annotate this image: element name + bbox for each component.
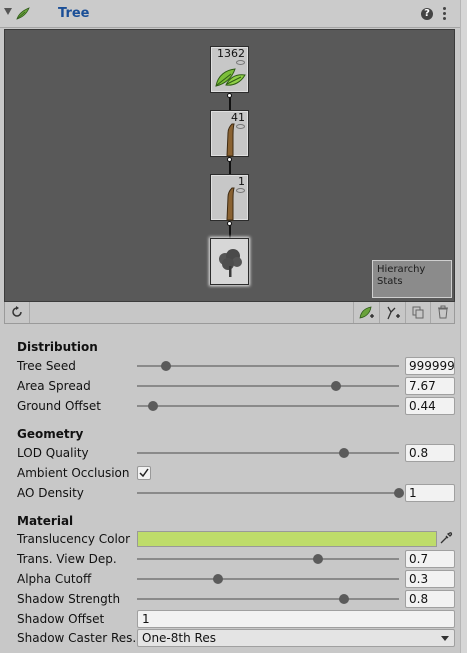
slider-thumb[interactable]	[147, 401, 158, 411]
shadow-strength-row: Shadow Strength 0.8	[0, 589, 467, 609]
ground-offset-slider[interactable]	[137, 401, 399, 411]
lod-quality-row: LOD Quality 0.8	[0, 443, 467, 463]
ao-density-field[interactable]: 1	[405, 484, 455, 502]
area-spread-row: Area Spread 7.67	[0, 376, 467, 396]
ambient-occlusion-row: Ambient Occlusion	[0, 463, 467, 483]
eyedropper-button[interactable]	[439, 531, 455, 547]
lod-quality-label: LOD Quality	[17, 446, 89, 460]
visibility-icon[interactable]	[236, 188, 245, 193]
trans-view-dep-slider[interactable]	[137, 554, 399, 564]
stats-line: Hierarchy	[377, 264, 426, 275]
node-connector-dot[interactable]	[227, 157, 232, 162]
trans-view-dep-row: Trans. View Dep. 0.7	[0, 549, 467, 569]
collapse-arrow-icon[interactable]	[4, 8, 12, 15]
slider-thumb[interactable]	[213, 574, 224, 584]
branch-group-node[interactable]: 1	[210, 174, 249, 221]
alpha-cutoff-label: Alpha Cutoff	[17, 572, 92, 586]
ao-density-slider[interactable]	[137, 488, 404, 498]
scrollbar[interactable]	[460, 0, 467, 653]
ground-offset-row: Ground Offset 0.44	[0, 396, 467, 416]
tree-seed-row: Tree Seed 999999	[0, 356, 467, 376]
refresh-button[interactable]	[5, 302, 30, 323]
shadow-offset-label: Shadow Offset	[17, 612, 105, 626]
section-distribution: Distribution	[17, 340, 98, 354]
alpha-cutoff-field[interactable]: 0.3	[405, 570, 455, 588]
branch-icon	[226, 123, 235, 157]
ground-offset-field[interactable]: 0.44	[405, 397, 455, 415]
eyedropper-icon	[440, 532, 453, 544]
branch-icon	[226, 187, 235, 221]
duplicate-icon	[412, 306, 424, 319]
alpha-cutoff-row: Alpha Cutoff 0.3	[0, 569, 467, 589]
slider-thumb[interactable]	[312, 554, 323, 564]
delete-button[interactable]	[430, 302, 455, 323]
ao-density-row: AO Density 1	[0, 483, 467, 503]
tree-icon	[219, 249, 242, 277]
hierarchy-toolbar	[4, 302, 455, 324]
tree-root-node[interactable]	[210, 238, 249, 285]
slider-thumb[interactable]	[394, 488, 404, 498]
duplicate-button[interactable]	[405, 302, 430, 323]
ground-offset-label: Ground Offset	[17, 399, 102, 413]
node-connector-dot[interactable]	[227, 93, 232, 98]
lod-quality-slider[interactable]	[137, 448, 399, 458]
slider-thumb[interactable]	[338, 594, 349, 604]
tree-component-icon	[15, 7, 30, 21]
tree-seed-field[interactable]: 999999	[405, 357, 455, 375]
add-leaf-group-icon	[359, 306, 374, 319]
add-branch-group-button[interactable]	[379, 302, 404, 323]
slider-thumb[interactable]	[160, 361, 171, 371]
leaves-icon	[215, 68, 246, 87]
tree-seed-slider[interactable]	[137, 361, 399, 371]
node-count: 1	[238, 175, 245, 188]
tree-hierarchy-view[interactable]: 1362 41 1 Hierarchy Stats	[4, 29, 455, 302]
add-branch-group-icon	[387, 306, 400, 320]
shadow-caster-res-row: Shadow Caster Res. One-8th Res	[0, 628, 467, 648]
branch-group-node[interactable]: 41	[210, 110, 249, 157]
dropdown-value: One-8th Res	[142, 631, 216, 645]
add-leaf-group-button[interactable]	[353, 302, 378, 323]
shadow-caster-res-label: Shadow Caster Res.	[17, 631, 137, 645]
slider-thumb[interactable]	[331, 381, 342, 391]
translucency-color-row: Translucency Color	[0, 529, 467, 549]
translucency-color-label: Translucency Color	[17, 532, 131, 546]
shadow-strength-slider[interactable]	[137, 594, 399, 604]
section-material: Material	[17, 514, 74, 528]
shadow-strength-label: Shadow Strength	[17, 592, 121, 606]
visibility-icon[interactable]	[236, 124, 245, 129]
tree-seed-label: Tree Seed	[17, 359, 76, 373]
tree-properties-panel: Distribution Tree Seed 999999 Area Sprea…	[0, 324, 467, 653]
area-spread-field[interactable]: 7.67	[405, 377, 455, 395]
ambient-occlusion-label: Ambient Occlusion	[17, 466, 130, 480]
area-spread-label: Area Spread	[17, 379, 91, 393]
ambient-occlusion-checkbox[interactable]	[137, 466, 151, 480]
node-connector-dot[interactable]	[227, 221, 232, 226]
trans-view-dep-field[interactable]: 0.7	[405, 550, 455, 568]
refresh-icon	[12, 306, 22, 317]
shadow-offset-row: Shadow Offset 1	[0, 609, 467, 629]
translucency-color-swatch[interactable]	[137, 531, 437, 547]
section-geometry: Geometry	[17, 427, 84, 441]
ao-density-label: AO Density	[17, 486, 84, 500]
checkmark-icon	[139, 468, 149, 478]
hierarchy-stats-panel: Hierarchy Stats	[372, 260, 452, 298]
delete-icon	[438, 305, 448, 319]
slider-thumb[interactable]	[338, 448, 349, 458]
node-count: 1362	[217, 47, 245, 60]
shadow-offset-field[interactable]: 1	[137, 610, 455, 628]
shadow-caster-res-dropdown[interactable]: One-8th Res	[137, 629, 455, 647]
help-icon[interactable]: ?	[421, 8, 433, 20]
alpha-cutoff-slider[interactable]	[137, 574, 399, 584]
shadow-strength-field[interactable]: 0.8	[405, 590, 455, 608]
lod-quality-field[interactable]: 0.8	[405, 444, 455, 462]
component-title: Tree	[58, 6, 90, 21]
leaf-group-node[interactable]: 1362	[210, 46, 249, 93]
chevron-down-icon	[441, 636, 449, 641]
kebab-menu-icon[interactable]	[441, 7, 447, 21]
area-spread-slider[interactable]	[137, 381, 399, 391]
trans-view-dep-label: Trans. View Dep.	[17, 552, 117, 566]
inspector-header: Tree ?	[0, 0, 467, 28]
stats-line: Stats	[377, 276, 403, 287]
